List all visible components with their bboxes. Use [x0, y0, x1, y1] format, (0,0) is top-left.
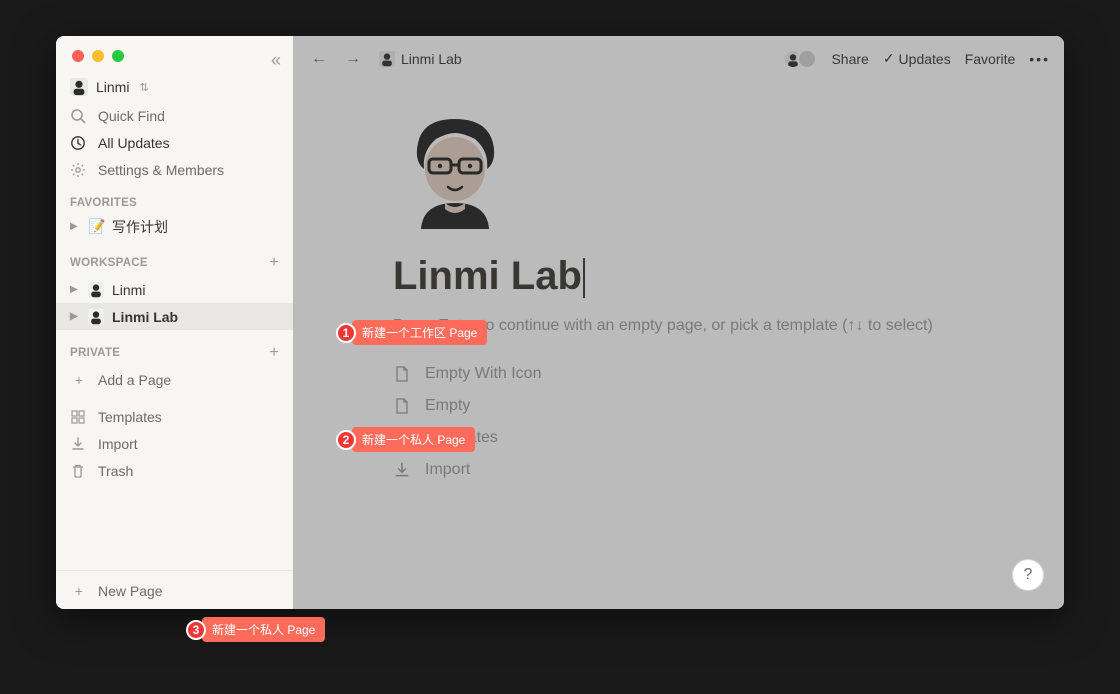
trash-icon: [70, 463, 88, 479]
updates-label: Updates: [899, 51, 951, 67]
caret-right-icon[interactable]: ▶: [70, 311, 82, 322]
trash-label: Trash: [98, 463, 133, 479]
quick-find-button[interactable]: Quick Find: [56, 102, 293, 129]
favorite-button[interactable]: Favorite: [965, 51, 1016, 67]
favorites-section-header: FAVORITES: [56, 183, 293, 213]
page-icon[interactable]: [393, 111, 518, 236]
collapse-sidebar-button[interactable]: «: [271, 50, 281, 71]
plus-icon: +: [70, 583, 88, 599]
workspace-item[interactable]: ▶ Linmi Lab: [56, 303, 293, 330]
caret-right-icon[interactable]: ▶: [70, 284, 82, 295]
favorite-item[interactable]: ▶ 📝 写作计划: [56, 213, 293, 240]
settings-label: Settings & Members: [98, 162, 224, 178]
template-list: Empty With Icon Empty Templates: [393, 359, 964, 485]
template-option-empty-with-icon[interactable]: Empty With Icon: [393, 359, 964, 389]
add-workspace-page-button[interactable]: +: [269, 254, 279, 272]
page-avatar-icon: [88, 282, 106, 298]
templates-label: Templates: [98, 409, 162, 425]
topbar: ← → Linmi Lab Share ✓ Updates Favorite •…: [293, 36, 1064, 81]
plus-icon: +: [70, 372, 88, 388]
nav-back-button[interactable]: ←: [307, 46, 331, 72]
import-label: Import: [98, 436, 138, 452]
trash-button[interactable]: Trash: [56, 457, 293, 484]
all-updates-label: All Updates: [98, 135, 170, 151]
search-icon: [70, 108, 88, 124]
workspace-label: WORKSPACE: [70, 257, 148, 269]
app-window: « Linmi ⇅ Quick Find All Updates Setting…: [56, 36, 1064, 609]
breadcrumb-label: Linmi Lab: [401, 51, 462, 67]
page-title-text: Linmi Lab: [393, 254, 582, 298]
annotation-callout: 2 新建一个私人 Page: [336, 427, 475, 452]
caret-right-icon[interactable]: ▶: [70, 221, 82, 232]
import-icon: [393, 461, 413, 479]
new-page-button[interactable]: + New Page: [56, 573, 293, 609]
template-label: Import: [425, 461, 470, 479]
share-button[interactable]: Share: [831, 51, 868, 67]
workspace-item-label: Linmi Lab: [112, 309, 178, 325]
check-icon: ✓: [883, 50, 895, 67]
annotation-number: 1: [336, 323, 356, 343]
favorite-item-label: 写作计划: [112, 217, 168, 237]
text-cursor: [583, 258, 585, 298]
templates-icon: [70, 409, 88, 425]
settings-members-button[interactable]: Settings & Members: [56, 156, 293, 183]
import-button[interactable]: Import: [56, 430, 293, 457]
close-window-button[interactable]: [72, 50, 84, 62]
more-menu-button[interactable]: •••: [1029, 51, 1050, 67]
add-private-page-button[interactable]: +: [269, 344, 279, 362]
workspace-avatar-icon: [70, 78, 88, 96]
page-title[interactable]: Linmi Lab: [393, 254, 964, 299]
workspace-section-header: WORKSPACE +: [56, 240, 293, 276]
page-icon: [393, 365, 413, 383]
import-icon: [70, 436, 88, 452]
page-avatar-icon: [88, 309, 106, 325]
nav-forward-button[interactable]: →: [341, 46, 365, 72]
template-option-templates[interactable]: Templates: [393, 423, 964, 453]
workspace-name: Linmi: [96, 79, 129, 95]
gear-icon: [70, 162, 88, 178]
private-section-header: PRIVATE +: [56, 330, 293, 366]
page-icon: [393, 397, 413, 415]
template-option-import[interactable]: Import: [393, 455, 964, 485]
template-label: Empty: [425, 397, 470, 415]
workspace-item-label: Linmi: [112, 282, 145, 298]
annotation-callout: 1 新建一个工作区 Page: [336, 320, 487, 345]
annotation-label: 新建一个工作区 Page: [352, 320, 487, 345]
clock-icon: [70, 135, 88, 151]
templates-button[interactable]: Templates: [56, 403, 293, 430]
sidebar: « Linmi ⇅ Quick Find All Updates Setting…: [56, 36, 293, 609]
help-button[interactable]: ?: [1012, 559, 1044, 591]
private-label: PRIVATE: [70, 347, 120, 359]
page-avatar-icon: [379, 51, 395, 67]
favorites-label: FAVORITES: [70, 197, 137, 209]
template-label: Empty With Icon: [425, 365, 541, 383]
avatar-icon: [797, 49, 817, 69]
window-controls: [56, 36, 293, 68]
updates-button[interactable]: ✓ Updates: [883, 50, 951, 67]
page-emoji-icon: 📝: [88, 218, 106, 235]
template-option-empty[interactable]: Empty: [393, 391, 964, 421]
help-label: ?: [1024, 566, 1033, 584]
breadcrumb[interactable]: Linmi Lab: [379, 51, 462, 67]
annotation-callout: 3 新建一个私人 Page: [186, 617, 325, 642]
chevron-updown-icon: ⇅: [139, 81, 148, 94]
add-page-button[interactable]: + Add a Page: [56, 366, 293, 393]
quick-find-label: Quick Find: [98, 108, 165, 124]
add-page-label: Add a Page: [98, 372, 171, 388]
annotation-number: 3: [186, 620, 206, 640]
annotation-label: 新建一个私人 Page: [202, 617, 325, 642]
all-updates-button[interactable]: All Updates: [56, 129, 293, 156]
annotation-label: 新建一个私人 Page: [352, 427, 475, 452]
presence-avatars[interactable]: [783, 49, 817, 69]
workspace-item[interactable]: ▶ Linmi: [56, 276, 293, 303]
maximize-window-button[interactable]: [112, 50, 124, 62]
workspace-switcher[interactable]: Linmi ⇅: [56, 68, 293, 102]
minimize-window-button[interactable]: [92, 50, 104, 62]
annotation-number: 2: [336, 430, 356, 450]
new-page-label: New Page: [98, 583, 163, 599]
